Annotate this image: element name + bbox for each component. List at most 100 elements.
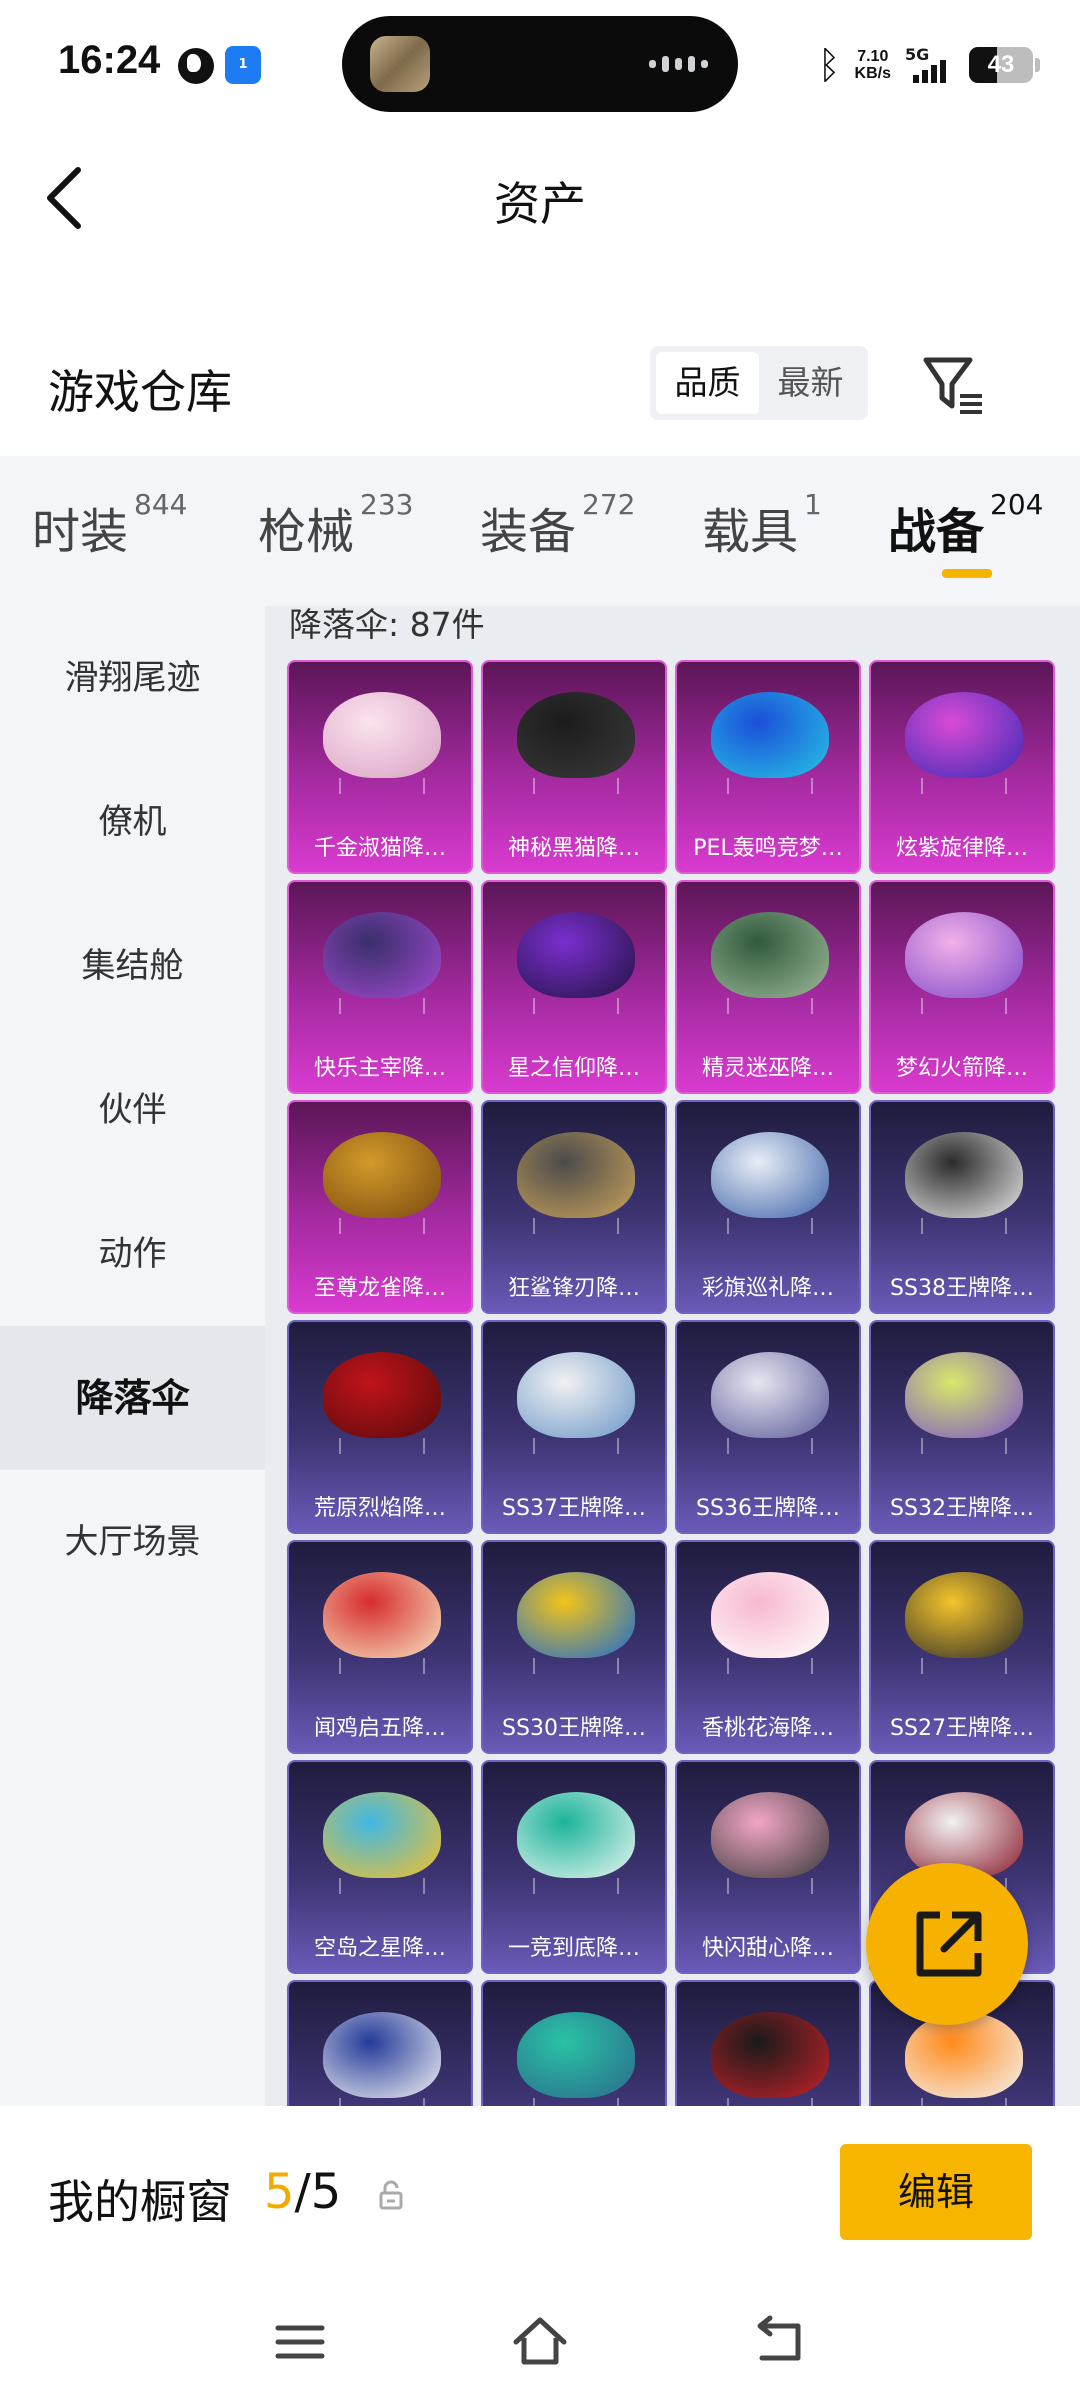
parachute-image bbox=[323, 1132, 441, 1234]
showcase-bar: 我的橱窗 5/5 编辑 bbox=[0, 2106, 1080, 2286]
showcase-count: 5/5 bbox=[264, 2164, 341, 2220]
item-card[interactable]: 香桃花海降… bbox=[675, 1540, 861, 1754]
active-tab-indicator bbox=[942, 569, 992, 578]
lock-icon bbox=[379, 2180, 403, 2210]
item-name: 快闪甜心降… bbox=[701, 1936, 834, 1961]
side-item-lobby-scene[interactable]: 大厅场景 bbox=[0, 1470, 265, 1614]
tab-equipment[interactable]: 装备 272 bbox=[480, 488, 635, 562]
network-speed: 7.10 KB/s bbox=[855, 48, 891, 82]
tab-fashion[interactable]: 时装 844 bbox=[32, 488, 187, 562]
audio-wave-icon bbox=[649, 56, 708, 72]
tab-count: 272 bbox=[582, 488, 636, 521]
sort-toggle: 品质 最新 bbox=[650, 346, 868, 420]
dynamic-island[interactable] bbox=[342, 16, 738, 112]
item-card[interactable] bbox=[287, 1980, 473, 2106]
status-time: 16:24 bbox=[58, 38, 161, 82]
item-card[interactable]: SS30王牌降… bbox=[481, 1540, 667, 1754]
battery-level: 43 bbox=[987, 51, 1015, 78]
tab-count: 844 bbox=[134, 488, 188, 521]
tab-label: 载具 bbox=[702, 504, 799, 560]
item-name: 闻鸡启五降… bbox=[313, 1716, 446, 1741]
item-card[interactable] bbox=[675, 1980, 861, 2106]
share-button[interactable] bbox=[866, 1863, 1028, 2025]
item-card[interactable]: PEL轰鸣竞梦… bbox=[675, 660, 861, 874]
item-card[interactable]: 星之信仰降… bbox=[481, 880, 667, 1094]
side-item-wingman[interactable]: 僚机 bbox=[0, 750, 265, 894]
item-name: SS27王牌降… bbox=[890, 1716, 1034, 1741]
item-card[interactable]: 快闪甜心降… bbox=[675, 1760, 861, 1974]
item-card[interactable]: SS36王牌降… bbox=[675, 1320, 861, 1534]
side-item-parachute[interactable]: 降落伞 bbox=[0, 1326, 265, 1470]
parachute-image bbox=[517, 692, 635, 794]
item-card[interactable]: 空岛之星降… bbox=[287, 1760, 473, 1974]
tab-label: 装备 bbox=[480, 504, 577, 560]
battery-icon: 43 bbox=[969, 47, 1033, 83]
item-card[interactable]: 狂鲨锋刃降… bbox=[481, 1100, 667, 1314]
item-card[interactable]: 至尊龙雀降… bbox=[287, 1100, 473, 1314]
item-count: 降落伞: 87件 bbox=[289, 606, 485, 644]
side-item-emote[interactable]: 动作 bbox=[0, 1182, 265, 1326]
tab-gear[interactable]: 战备 204 bbox=[888, 488, 1043, 562]
item-name: 一竞到底降… bbox=[507, 1936, 640, 1961]
filter-icon bbox=[923, 357, 982, 414]
parachute-image bbox=[711, 1352, 829, 1454]
parachute-image bbox=[711, 1132, 829, 1234]
item-card[interactable]: 一竞到底降… bbox=[481, 1760, 667, 1974]
side-item-pod[interactable]: 集结舱 bbox=[0, 894, 265, 1038]
tab-weapons[interactable]: 枪械 233 bbox=[258, 488, 413, 562]
parachute-image bbox=[711, 692, 829, 794]
item-card[interactable]: SS38王牌降… bbox=[869, 1100, 1055, 1314]
item-card[interactable]: SS37王牌降… bbox=[481, 1320, 667, 1534]
item-name: 香桃花海降… bbox=[701, 1716, 834, 1741]
item-card[interactable]: 梦幻火箭降… bbox=[869, 880, 1055, 1094]
item-name: 狂鲨锋刃降… bbox=[507, 1276, 640, 1301]
item-name: 至尊龙雀降… bbox=[313, 1276, 446, 1301]
tab-count: 1 bbox=[804, 488, 822, 521]
menu-icon[interactable] bbox=[270, 2312, 330, 2372]
sort-quality-button[interactable]: 品质 bbox=[656, 352, 759, 414]
item-card[interactable] bbox=[481, 1980, 667, 2106]
parachute-image bbox=[517, 1792, 635, 1894]
parachute-image bbox=[323, 912, 441, 1014]
home-icon[interactable] bbox=[510, 2312, 570, 2372]
item-card[interactable]: SS32王牌降… bbox=[869, 1320, 1055, 1534]
parachute-image bbox=[323, 1792, 441, 1894]
edit-button[interactable]: 编辑 bbox=[840, 2144, 1032, 2240]
side-item-companion[interactable]: 伙伴 bbox=[0, 1038, 265, 1182]
category-tabs: 时装 844 枪械 233 装备 272 载具 1 战备 204 bbox=[0, 456, 1080, 606]
item-name: PEL轰鸣竞梦… bbox=[693, 836, 843, 861]
parachute-image bbox=[711, 1792, 829, 1894]
warehouse-title: 游戏仓库 bbox=[48, 365, 232, 419]
item-card[interactable]: 闻鸡启五降… bbox=[287, 1540, 473, 1754]
item-card[interactable]: 炫紫旋律降… bbox=[869, 660, 1055, 874]
parachute-image bbox=[517, 912, 635, 1014]
item-card[interactable]: 快乐主宰降… bbox=[287, 880, 473, 1094]
filter-button[interactable] bbox=[920, 352, 986, 418]
item-card[interactable]: 精灵迷巫降… bbox=[675, 880, 861, 1094]
signal-icon: 5G bbox=[905, 45, 955, 85]
parachute-image bbox=[711, 2012, 829, 2106]
item-card[interactable]: 千金淑猫降… bbox=[287, 660, 473, 874]
item-name: 彩旗巡礼降… bbox=[701, 1276, 834, 1301]
item-card[interactable]: 荒原烈焰降… bbox=[287, 1320, 473, 1534]
item-name: 快乐主宰降… bbox=[313, 1056, 446, 1081]
page-title: 资产 bbox=[494, 177, 586, 231]
parachute-image bbox=[905, 1572, 1023, 1674]
item-name: SS38王牌降… bbox=[890, 1276, 1034, 1301]
showcase-label: 我的橱窗 bbox=[48, 2175, 232, 2229]
bluetooth-icon: ᛒ bbox=[817, 43, 841, 87]
back-nav-icon[interactable] bbox=[750, 2312, 810, 2372]
item-name: SS30王牌降… bbox=[502, 1716, 646, 1741]
sort-newest-button[interactable]: 最新 bbox=[759, 352, 862, 414]
item-card[interactable]: 彩旗巡礼降… bbox=[675, 1100, 861, 1314]
side-item-glide-trail[interactable]: 滑翔尾迹 bbox=[0, 606, 265, 750]
item-card[interactable]: SS27王牌降… bbox=[869, 1540, 1055, 1754]
showcase-current: 5 bbox=[264, 2164, 295, 2220]
parachute-image bbox=[905, 1352, 1023, 1454]
hotspot-icon: 1 bbox=[225, 46, 261, 84]
item-name: 精灵迷巫降… bbox=[701, 1056, 834, 1081]
item-name: 星之信仰降… bbox=[507, 1056, 640, 1081]
item-card[interactable]: 神秘黑猫降… bbox=[481, 660, 667, 874]
tab-vehicles[interactable]: 载具 1 bbox=[702, 488, 822, 562]
tab-count: 204 bbox=[990, 488, 1044, 521]
